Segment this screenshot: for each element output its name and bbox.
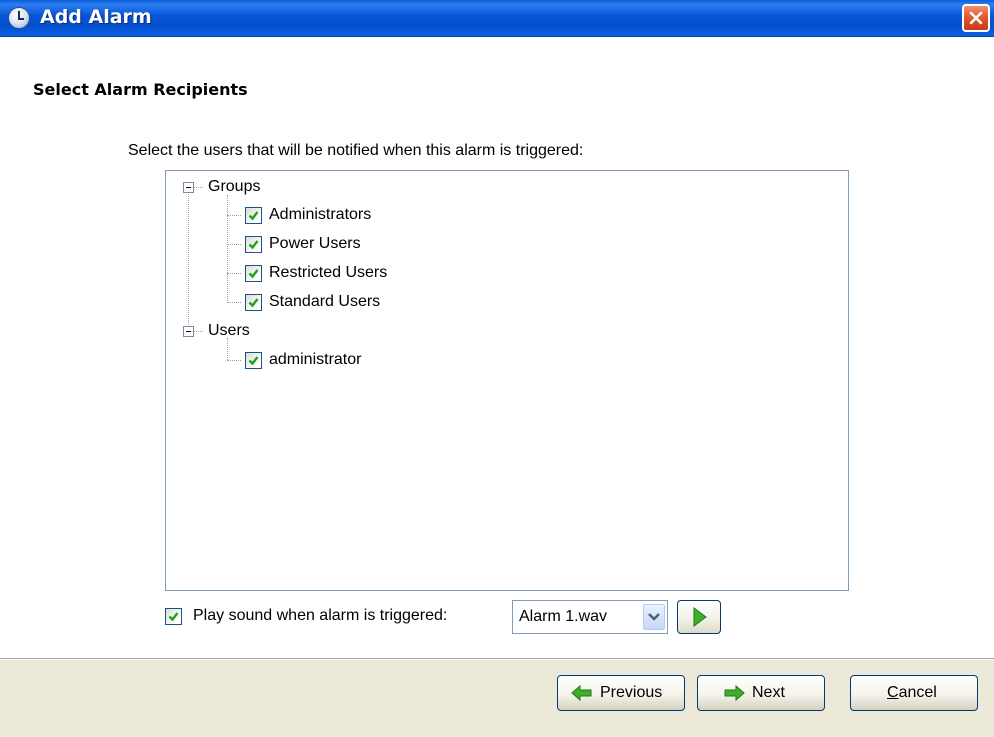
chevron-down-icon xyxy=(648,613,660,621)
tree-line xyxy=(227,195,228,303)
play-sound-checkbox[interactable] xyxy=(165,608,182,625)
check-icon xyxy=(248,298,259,308)
check-icon xyxy=(168,612,179,622)
checkbox-restricted-users[interactable] xyxy=(245,265,262,282)
tree-line xyxy=(227,215,241,216)
button-bar: Previous Next Cancel xyxy=(0,658,994,737)
check-icon xyxy=(248,211,259,221)
cancel-button[interactable]: Cancel xyxy=(850,675,978,711)
arrow-left-icon xyxy=(571,684,592,702)
checkbox-power-users[interactable] xyxy=(245,236,262,253)
cancel-button-label: Cancel xyxy=(887,684,937,701)
close-icon xyxy=(969,11,983,25)
check-icon xyxy=(248,269,259,279)
tree-line xyxy=(188,194,189,331)
next-button-label: Next xyxy=(752,684,785,701)
tree-node-groups[interactable]: Groups xyxy=(208,178,260,196)
check-icon xyxy=(248,356,259,366)
close-button[interactable] xyxy=(962,4,990,32)
title-bar[interactable]: Add Alarm xyxy=(0,0,994,37)
play-sound-label[interactable]: Play sound when alarm is triggered: xyxy=(193,607,447,625)
checkbox-administrator[interactable] xyxy=(245,352,262,369)
next-button[interactable]: Next xyxy=(697,675,825,711)
sound-file-value: Alarm 1.wav xyxy=(519,608,608,625)
check-icon xyxy=(248,240,259,250)
sound-file-select[interactable]: Alarm 1.wav xyxy=(512,600,668,634)
groups-collapse-toggle[interactable] xyxy=(183,182,194,193)
tree-item-administrators[interactable]: Administrators xyxy=(269,206,371,224)
clock-icon xyxy=(8,7,30,29)
tree-line xyxy=(227,273,241,274)
arrow-right-icon xyxy=(724,684,745,702)
page-heading: Select Alarm Recipients xyxy=(33,80,248,99)
tree-item-standard-users[interactable]: Standard Users xyxy=(269,293,380,311)
tree-node-users[interactable]: Users xyxy=(208,322,250,340)
dropdown-button[interactable] xyxy=(643,604,665,630)
tree-item-administrator[interactable]: administrator xyxy=(269,351,361,369)
tree-item-restricted-users[interactable]: Restricted Users xyxy=(269,264,387,282)
tree-line xyxy=(227,244,241,245)
play-icon xyxy=(693,607,707,627)
users-collapse-toggle[interactable] xyxy=(183,326,194,337)
previous-button[interactable]: Previous xyxy=(557,675,685,711)
tree-item-power-users[interactable]: Power Users xyxy=(269,235,361,253)
tree-line xyxy=(227,302,241,303)
instruction-text: Select the users that will be notified w… xyxy=(128,142,584,159)
tree-line xyxy=(227,360,241,361)
recipients-tree[interactable]: Groups Administrators Power Users Restri… xyxy=(165,170,849,591)
play-sound-button[interactable] xyxy=(677,600,721,634)
checkbox-standard-users[interactable] xyxy=(245,294,262,311)
tree-line xyxy=(194,331,203,332)
add-alarm-dialog: Add Alarm Select Alarm Recipients Select… xyxy=(0,0,994,737)
window-title: Add Alarm xyxy=(40,6,152,28)
tree-line xyxy=(227,338,228,360)
previous-button-label: Previous xyxy=(600,684,663,701)
tree-line xyxy=(194,187,203,188)
checkbox-administrators[interactable] xyxy=(245,207,262,224)
